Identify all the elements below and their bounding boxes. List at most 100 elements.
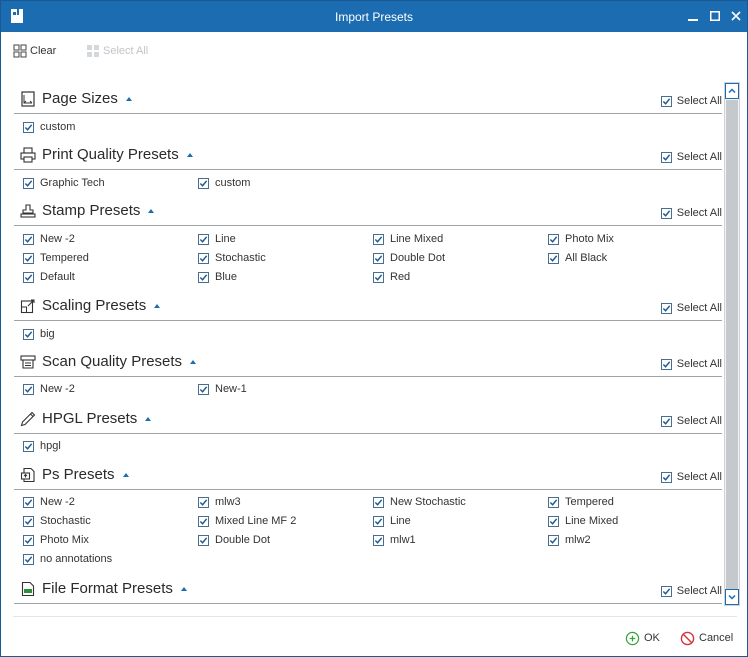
toolbar-select-all-button[interactable]: Select All — [86, 41, 148, 61]
checkbox-icon[interactable] — [660, 207, 672, 219]
close-button[interactable] — [726, 5, 746, 27]
clear-button[interactable]: Clear — [13, 41, 56, 61]
checkbox-icon[interactable] — [198, 252, 209, 264]
preset-checkbox[interactable]: mlw3 — [198, 496, 241, 508]
checkbox-icon[interactable] — [198, 383, 209, 395]
preset-checkbox[interactable]: Default — [23, 271, 75, 283]
preset-checkbox[interactable]: big — [23, 328, 55, 340]
checkbox-icon[interactable] — [660, 585, 672, 597]
checkbox-icon[interactable] — [198, 233, 209, 245]
section-header-page-sizes[interactable]: Page Sizes Select All — [14, 79, 722, 114]
checkbox-icon[interactable] — [548, 515, 559, 527]
checkbox-icon[interactable] — [23, 383, 34, 395]
preset-checkbox[interactable]: Blue — [198, 271, 237, 283]
select-all-checkbox[interactable]: Select All — [660, 151, 722, 163]
preset-checkbox[interactable]: Double Dot — [198, 534, 270, 546]
checkbox-icon[interactable] — [198, 515, 209, 527]
collapse-caret-icon[interactable] — [125, 97, 132, 101]
preset-checkbox[interactable]: Mixed Line MF 2 — [198, 515, 296, 527]
scroll-down-button[interactable] — [725, 589, 739, 605]
select-all-checkbox[interactable]: Select All — [660, 207, 722, 219]
maximize-button[interactable] — [705, 5, 725, 27]
checkbox-icon[interactable] — [373, 233, 384, 245]
checkbox-icon[interactable] — [23, 177, 34, 189]
checkbox-icon[interactable] — [373, 252, 384, 264]
checkbox-icon[interactable] — [23, 328, 34, 340]
section-header-file-format[interactable]: File Format Presets Select All — [14, 569, 722, 604]
collapse-caret-icon[interactable] — [186, 153, 193, 157]
checkbox-icon[interactable] — [23, 121, 34, 133]
preset-checkbox[interactable]: Tempered — [548, 496, 614, 508]
select-all-checkbox[interactable]: Select All — [660, 302, 722, 314]
checkbox-icon[interactable] — [23, 496, 34, 508]
checkbox-icon[interactable] — [23, 440, 34, 452]
checkbox-icon[interactable] — [198, 177, 209, 189]
preset-checkbox[interactable]: custom — [23, 121, 75, 133]
preset-checkbox[interactable]: Line Mixed — [373, 233, 443, 245]
collapse-caret-icon[interactable] — [190, 360, 197, 364]
preset-checkbox[interactable]: hpgl — [23, 440, 61, 452]
preset-checkbox[interactable]: Tempered — [23, 252, 89, 264]
ok-button[interactable]: OK — [625, 629, 660, 647]
preset-checkbox[interactable]: Line Mixed — [548, 515, 618, 527]
checkbox-icon[interactable] — [198, 496, 209, 508]
select-all-checkbox[interactable]: Select All — [660, 415, 722, 427]
preset-checkbox[interactable]: Stochastic — [198, 252, 266, 264]
collapse-caret-icon[interactable] — [148, 209, 155, 213]
checkbox-icon[interactable] — [548, 534, 559, 546]
preset-checkbox[interactable]: Double Dot — [373, 252, 445, 264]
preset-checkbox[interactable]: mlw2 — [548, 534, 591, 546]
preset-checkbox[interactable]: Red — [373, 271, 410, 283]
checkbox-icon[interactable] — [198, 271, 209, 283]
collapse-caret-icon[interactable] — [145, 417, 152, 421]
collapse-caret-icon[interactable] — [122, 473, 129, 477]
preset-checkbox[interactable]: New Stochastic — [373, 496, 466, 508]
checkbox-icon[interactable] — [23, 252, 34, 264]
checkbox-icon[interactable] — [373, 496, 384, 508]
section-header-scaling[interactable]: Scaling Presets Select All — [14, 286, 722, 321]
preset-checkbox[interactable]: custom — [198, 177, 250, 189]
checkbox-icon[interactable] — [23, 534, 34, 546]
scroll-thumb[interactable] — [726, 100, 738, 589]
checkbox-icon[interactable] — [23, 515, 34, 527]
checkbox-icon[interactable] — [660, 302, 672, 314]
checkbox-icon[interactable] — [660, 95, 672, 107]
preset-checkbox[interactable]: Line — [198, 233, 236, 245]
section-header-print-quality[interactable]: Print Quality Presets Select All — [14, 135, 722, 170]
checkbox-icon[interactable] — [23, 233, 34, 245]
checkbox-icon[interactable] — [23, 271, 34, 283]
section-header-stamp[interactable]: Stamp Presets Select All — [14, 191, 722, 226]
collapse-caret-icon[interactable] — [180, 587, 187, 591]
scroll-up-button[interactable] — [725, 83, 739, 99]
checkbox-icon[interactable] — [373, 271, 384, 283]
checkbox-icon[interactable] — [548, 252, 559, 264]
checkbox-icon[interactable] — [660, 151, 672, 163]
checkbox-icon[interactable] — [198, 534, 209, 546]
preset-checkbox[interactable]: Graphic Tech — [23, 177, 105, 189]
preset-checkbox[interactable]: Photo Mix — [23, 534, 89, 546]
select-all-checkbox[interactable]: Select All — [660, 95, 722, 107]
checkbox-icon[interactable] — [660, 415, 672, 427]
checkbox-icon[interactable] — [373, 534, 384, 546]
minimize-button[interactable] — [683, 5, 703, 27]
cancel-button[interactable]: Cancel — [680, 629, 733, 647]
preset-checkbox[interactable]: New-1 — [198, 383, 247, 395]
section-header-scan-quality[interactable]: Scan Quality Presets Select All — [14, 342, 722, 377]
preset-checkbox[interactable]: Stochastic — [23, 515, 91, 527]
preset-checkbox[interactable]: Line — [373, 515, 411, 527]
preset-checkbox[interactable]: New -2 — [23, 233, 75, 245]
checkbox-icon[interactable] — [23, 553, 34, 565]
checkbox-icon[interactable] — [660, 358, 672, 370]
checkbox-icon[interactable] — [548, 233, 559, 245]
select-all-checkbox[interactable]: Select All — [660, 585, 722, 597]
select-all-checkbox[interactable]: Select All — [660, 358, 722, 370]
select-all-checkbox[interactable]: Select All — [660, 471, 722, 483]
preset-checkbox[interactable]: Photo Mix — [548, 233, 614, 245]
preset-checkbox[interactable]: New -2 — [23, 496, 75, 508]
checkbox-icon[interactable] — [373, 515, 384, 527]
checkbox-icon[interactable] — [548, 496, 559, 508]
section-header-ps[interactable]: Ps Presets Select All — [14, 455, 722, 490]
vertical-scrollbar[interactable] — [724, 82, 740, 606]
preset-checkbox[interactable]: no annotations — [23, 553, 112, 565]
preset-checkbox[interactable]: New -2 — [23, 383, 75, 395]
